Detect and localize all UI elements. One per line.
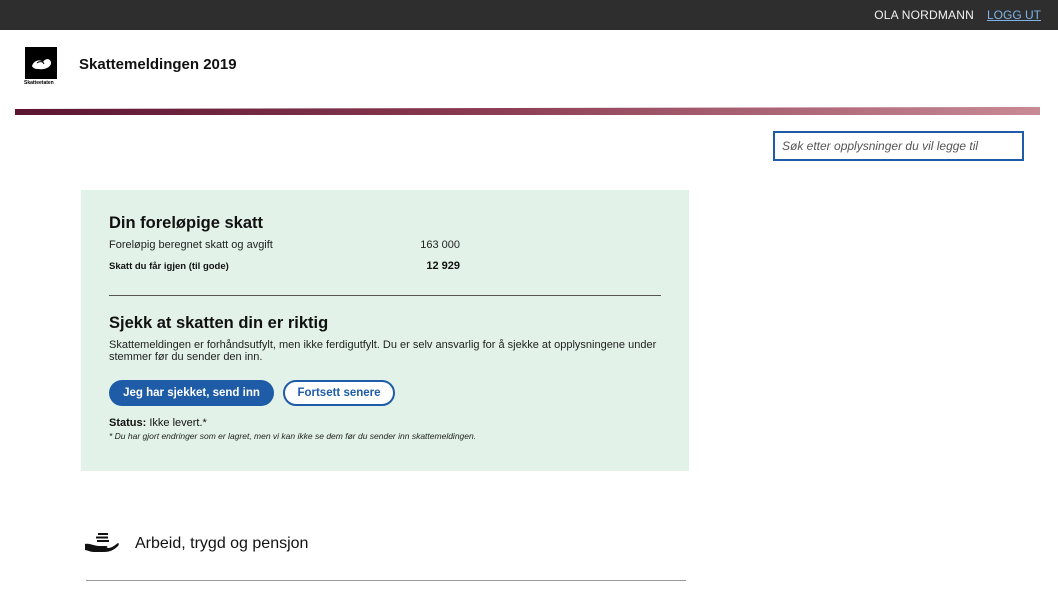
check-title: Sjekk at skatten din er riktig [109, 314, 329, 332]
logo-icon [32, 59, 51, 70]
search-input[interactable] [773, 131, 1024, 161]
refund-row-label: Skatt du får igjen (til gode) [109, 261, 229, 272]
continue-later-button[interactable]: Fortsett senere [283, 380, 395, 406]
logout-link[interactable]: LOGG UT [987, 8, 1041, 22]
refund-row-value: 12 929 [426, 260, 460, 272]
status-label: Status: [109, 417, 147, 429]
skatteetaten-logo[interactable] [25, 47, 57, 79]
status-value: Ikke levert.* [146, 417, 207, 429]
logo-caption: Skatteetaten [24, 80, 54, 86]
app-title: Skattemeldingen 2019 [79, 56, 237, 73]
tax-row-label: Foreløpig beregnet skatt og avgift [109, 239, 273, 251]
panel-divider [109, 295, 661, 296]
section-arbeid-trygd-pensjon[interactable]: Arbeid, trygd og pensjon [135, 535, 308, 553]
submit-button[interactable]: Jeg har sjekket, send inn [109, 380, 274, 406]
status-line: Status: Ikke levert.* [109, 417, 207, 429]
tax-summary-title: Din foreløpige skatt [109, 214, 264, 232]
check-description: Skattemeldingen er forhåndsutfylt, men i… [109, 339, 657, 363]
hand-coins-icon [85, 533, 119, 552]
header-divider-band [15, 107, 1040, 115]
status-note: * Du har gjort endringer som er lagret, … [109, 431, 477, 441]
tax-row-value: 163 000 [420, 239, 460, 251]
tax-summary-panel: Din foreløpige skatt Foreløpig beregnet … [81, 190, 689, 471]
section-divider [86, 580, 686, 581]
user-name: OLA NORDMANN [874, 8, 974, 22]
top-bar: OLA NORDMANN LOGG UT [0, 0, 1058, 30]
